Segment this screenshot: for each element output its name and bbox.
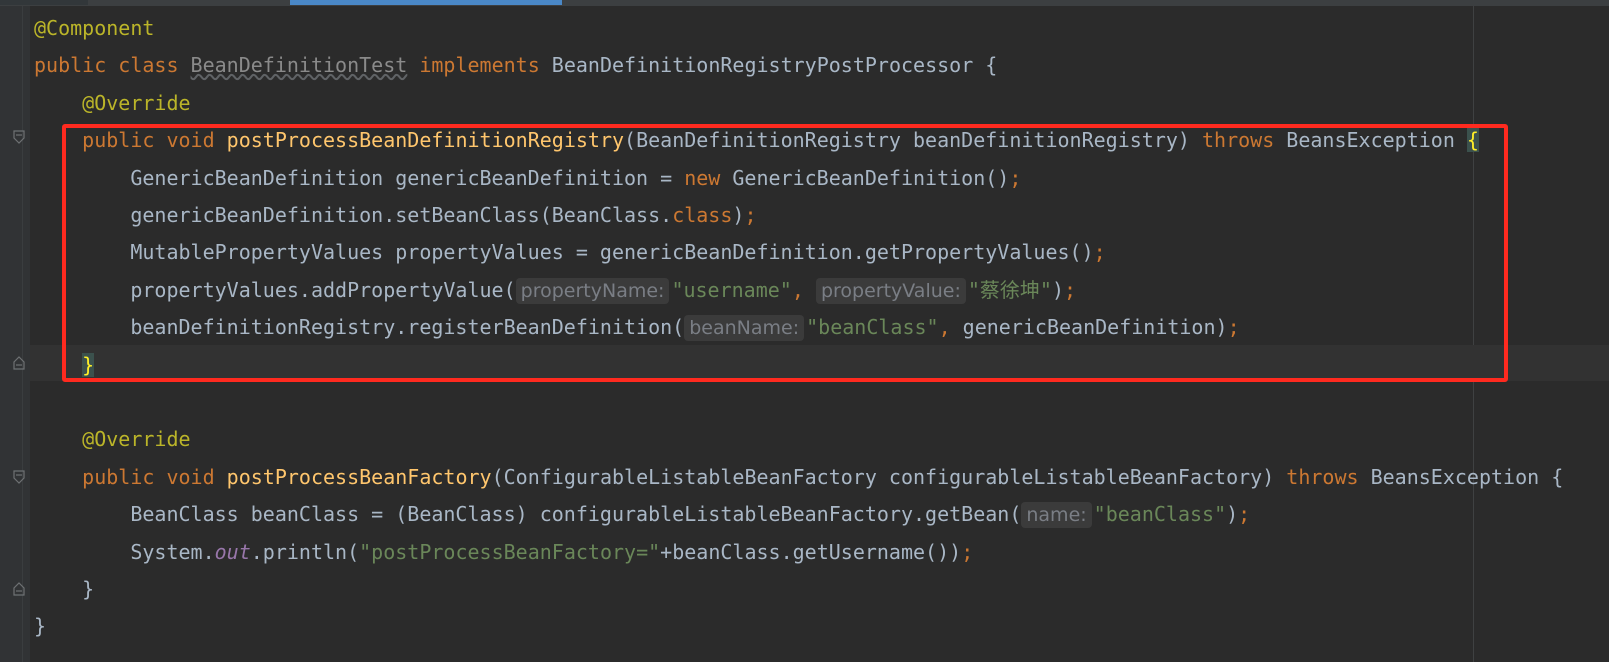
code-line[interactable]: @Override xyxy=(34,89,191,117)
code-token: +beanClass.getUsername()) xyxy=(660,539,962,564)
code-line[interactable]: public class BeanDefinitionTest implemen… xyxy=(34,51,997,79)
code-token: postProcessBeanDefinitionRegistry xyxy=(226,128,625,153)
code-line[interactable]: genericBeanDefinition.setBeanClass(BeanC… xyxy=(34,201,757,229)
code-token: "beanClass" xyxy=(1093,502,1227,527)
code-token: BeanDefinitionTest xyxy=(190,53,408,78)
code-token: genericBeanDefinition) xyxy=(962,315,1228,340)
code-token: "beanClass" xyxy=(806,315,939,340)
code-editor[interactable]: @Component public class BeanDefinitionTes… xyxy=(0,0,1609,662)
code-token: @Component xyxy=(34,16,155,40)
gutter-separator xyxy=(22,6,23,662)
code-token: { xyxy=(1466,128,1479,153)
code-token: public class xyxy=(34,53,191,78)
code-token: "蔡徐坤" xyxy=(967,277,1052,302)
code-token: class xyxy=(672,203,733,227)
fold-close-icon[interactable] xyxy=(13,356,25,370)
right-margin-guide xyxy=(1473,6,1474,662)
code-token: ; xyxy=(1227,315,1240,340)
code-line[interactable]: } xyxy=(34,575,94,603)
code-token: ; xyxy=(744,203,757,227)
code-token: ) xyxy=(1051,277,1065,302)
code-token: ) xyxy=(732,203,745,227)
code-token: } xyxy=(82,352,95,377)
code-line[interactable]: beanDefinitionRegistry.registerBeanDefin… xyxy=(34,313,1240,342)
code-line[interactable]: } xyxy=(34,351,95,379)
code-token: new xyxy=(684,165,733,190)
code-token: ; xyxy=(1009,165,1022,190)
code-token: BeansException { xyxy=(1370,464,1564,489)
code-token: ; xyxy=(1064,277,1077,302)
fold-open-icon[interactable] xyxy=(13,470,25,484)
code-token: public void xyxy=(82,464,227,489)
code-line[interactable]: } xyxy=(34,612,46,640)
code-token: throws xyxy=(1202,128,1287,153)
code-token: @Override xyxy=(82,90,191,115)
code-token: throws xyxy=(1286,464,1371,489)
code-line[interactable]: propertyValues.addPropertyValue(property… xyxy=(34,276,1076,304)
code-token: (ConfigurableListableBeanFactory configu… xyxy=(491,464,1287,489)
code-line[interactable]: public void postProcessBeanFactory(Confi… xyxy=(34,463,1563,491)
code-token: BeanClass beanClass = (BeanClass) config… xyxy=(130,502,1022,527)
code-line[interactable]: @Component xyxy=(34,14,154,42)
parameter-hint: name: xyxy=(1021,502,1092,529)
code-token: MutablePropertyValues propertyValues = g… xyxy=(130,240,1094,265)
code-token: "postProcessBeanFactory=" xyxy=(359,539,661,564)
code-token: beanDefinitionRegistry.registerBeanDefin… xyxy=(130,315,685,340)
code-token: GenericBeanDefinition genericBeanDefinit… xyxy=(130,165,685,190)
parameter-hint: beanName: xyxy=(684,315,805,342)
code-token: public void xyxy=(82,128,227,153)
code-token: ; xyxy=(961,539,974,564)
code-token: , xyxy=(938,315,963,340)
editor-gutter xyxy=(0,6,30,662)
code-token: ; xyxy=(1093,240,1106,265)
code-line[interactable]: GenericBeanDefinition genericBeanDefinit… xyxy=(34,164,1021,192)
code-token: implements xyxy=(407,53,552,78)
tab-bar xyxy=(0,0,1609,6)
code-token: } xyxy=(34,614,47,639)
code-line[interactable]: MutablePropertyValues propertyValues = g… xyxy=(34,238,1106,266)
code-token: , xyxy=(791,277,816,302)
code-token: ; xyxy=(1238,502,1251,527)
code-token: genericBeanDefinition.setBeanClass(BeanC… xyxy=(130,203,673,227)
code-token: @Override xyxy=(82,427,191,452)
code-token: postProcessBeanFactory xyxy=(226,464,492,489)
fold-open-icon[interactable] xyxy=(13,130,25,144)
tab-inactive[interactable] xyxy=(0,0,88,5)
code-token: BeanDefinitionRegistryPostProcessor { xyxy=(551,53,998,78)
code-token: } xyxy=(82,577,95,601)
current-line-highlight xyxy=(30,345,1609,381)
tab-active-indicator[interactable] xyxy=(290,0,562,5)
code-token: .println( xyxy=(250,539,360,564)
code-token: ) xyxy=(1226,502,1239,527)
code-token: (BeanDefinitionRegistry beanDefinitionRe… xyxy=(624,128,1202,153)
code-token: "username" xyxy=(671,277,792,302)
code-line[interactable]: public void postProcessBeanDefinitionReg… xyxy=(34,126,1479,154)
code-line[interactable]: BeanClass beanClass = (BeanClass) config… xyxy=(34,500,1251,529)
code-token: System. xyxy=(130,539,215,564)
code-token: GenericBeanDefinition() xyxy=(732,165,1010,190)
parameter-hint: propertyName: xyxy=(515,277,670,304)
code-token: BeansException xyxy=(1286,128,1467,153)
code-token: out xyxy=(214,539,251,564)
parameter-hint: propertyValue: xyxy=(815,277,966,304)
code-line[interactable]: System.out.println("postProcessBeanFacto… xyxy=(34,538,973,566)
code-token: propertyValues.addPropertyValue( xyxy=(130,277,516,302)
code-line[interactable]: @Override xyxy=(34,425,191,453)
fold-close-icon[interactable] xyxy=(13,582,25,596)
